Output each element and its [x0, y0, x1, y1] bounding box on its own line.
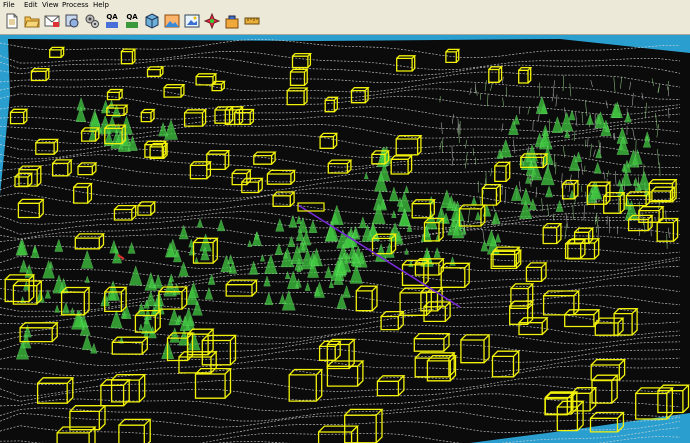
- color-map-button[interactable]: [204, 13, 220, 29]
- landscape-icon: [164, 14, 180, 28]
- cube-icon: [145, 13, 159, 29]
- 3d-viewport[interactable]: [0, 35, 690, 443]
- package-icon: [225, 15, 239, 29]
- layer-button[interactable]: [64, 13, 80, 29]
- menu-view[interactable]: View: [42, 0, 59, 10]
- menu-process[interactable]: Process: [62, 0, 89, 10]
- save-button[interactable]: [44, 13, 60, 29]
- layers-icon: [65, 14, 79, 28]
- menu-file[interactable]: File: [3, 0, 15, 10]
- palette-icon: [204, 13, 220, 29]
- menu-edit[interactable]: Edit: [24, 0, 38, 10]
- measure-button[interactable]: [244, 13, 260, 29]
- envelope-icon: [44, 15, 60, 27]
- gears-icon: [85, 14, 99, 28]
- open-folder-button[interactable]: [24, 13, 40, 29]
- new-document-button[interactable]: [4, 13, 20, 29]
- point-cloud-scene[interactable]: [0, 35, 690, 443]
- qa-icon: QA: [126, 13, 138, 21]
- menu-help[interactable]: Help: [93, 0, 109, 10]
- menu-bar: File Edit View Process Help: [0, 0, 690, 10]
- building-model-button[interactable]: [144, 13, 160, 29]
- settings-button[interactable]: [84, 13, 100, 29]
- toolbar: QA QA: [0, 10, 690, 35]
- qa-report-button[interactable]: QA: [124, 13, 140, 29]
- terrain-button[interactable]: [164, 13, 180, 29]
- picture-icon: [184, 14, 200, 28]
- ruler-icon: [244, 17, 260, 25]
- app-window: File Edit View Process Help QA QA: [0, 0, 690, 443]
- folder-icon: [24, 16, 40, 28]
- export-button[interactable]: [224, 13, 240, 29]
- qa-check-button[interactable]: QA: [104, 13, 120, 29]
- qa-icon: QA: [106, 13, 118, 21]
- page-icon: [6, 13, 18, 29]
- image-view-button[interactable]: [184, 13, 200, 29]
